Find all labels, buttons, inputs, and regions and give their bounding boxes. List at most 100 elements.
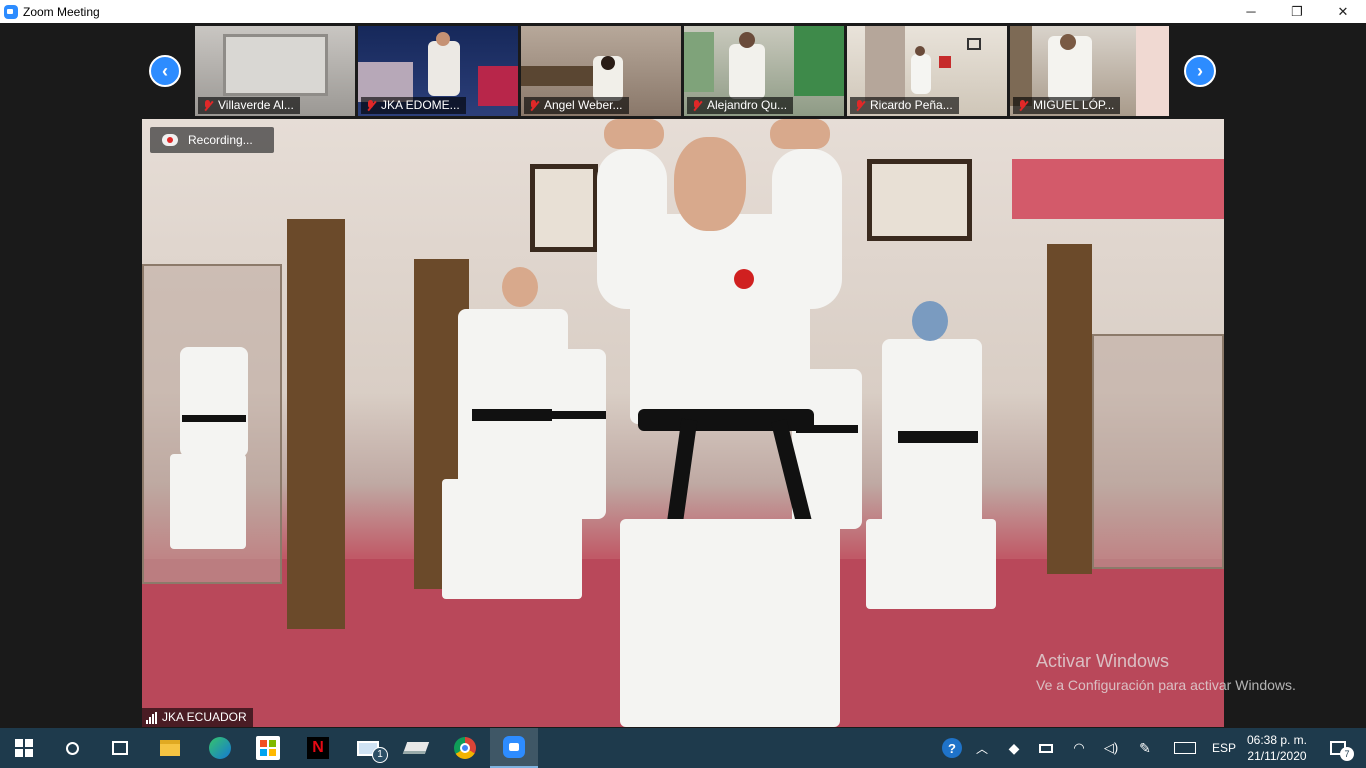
start-button[interactable] xyxy=(0,728,48,768)
dropbox-icon: ◆ xyxy=(1008,739,1020,756)
framed-certificate xyxy=(867,159,972,241)
chevron-up-icon: ︿ xyxy=(975,741,988,756)
task-view-button[interactable] xyxy=(96,728,144,768)
muted-mic-icon xyxy=(1018,100,1028,111)
recording-label: Recording... xyxy=(188,133,253,147)
activation-watermark-subtitle: Ve a Configuración para activar Windows. xyxy=(1036,677,1296,693)
task-view-icon xyxy=(112,741,128,755)
black-belt xyxy=(898,431,978,443)
file-explorer-button[interactable] xyxy=(146,728,194,768)
participant-name: Ricardo Peña... xyxy=(870,98,953,112)
help-icon: ? xyxy=(942,738,962,758)
title-bar: Zoom Meeting ─ ❐ ✕ xyxy=(0,0,1366,23)
taskbar: N 1 ? ︿ ◆ ◠ ◁) ✎ ESP 06:38 p. m. 21/11/2… xyxy=(0,728,1366,768)
black-belt xyxy=(552,411,606,419)
zoom-app-icon xyxy=(4,4,18,19)
student-head xyxy=(502,267,538,307)
mail-badge: 1 xyxy=(372,747,388,763)
mail-button[interactable]: 1 xyxy=(344,728,392,768)
participant-name: Angel Weber... xyxy=(544,98,623,112)
chrome-button[interactable] xyxy=(441,728,489,768)
muted-mic-icon xyxy=(366,100,376,111)
red-wall-panel xyxy=(1012,159,1224,219)
muted-mic-icon xyxy=(692,100,702,111)
taskbar-clock[interactable]: 06:38 p. m. 21/11/2020 xyxy=(1240,732,1314,764)
participant-thumbnail[interactable]: Alejandro Qu... xyxy=(684,26,844,116)
wooden-column xyxy=(287,219,345,629)
participant-name-label: JKA EDOME... xyxy=(361,97,466,114)
battery-tray-button[interactable] xyxy=(1034,728,1058,768)
pen-icon: ✎ xyxy=(1139,739,1151,756)
battery-icon xyxy=(1039,743,1053,753)
restore-button[interactable]: ❐ xyxy=(1274,0,1320,23)
keyboard-icon xyxy=(1174,742,1196,754)
speaker-icon: ◁) xyxy=(1103,740,1119,755)
participant-name-label: Villaverde Al... xyxy=(198,97,300,114)
next-page-button[interactable]: › xyxy=(1184,55,1216,87)
chrome-icon xyxy=(454,737,476,759)
pen-tray-button[interactable]: ✎ xyxy=(1132,728,1158,768)
edge-icon xyxy=(209,737,231,759)
chevron-left-icon: ‹ xyxy=(162,60,168,81)
netflix-icon: N xyxy=(307,737,329,759)
participant-name-label: Alejandro Qu... xyxy=(687,97,794,114)
keyboard-tray-button[interactable] xyxy=(1170,728,1200,768)
muted-mic-icon xyxy=(855,100,865,111)
clock-date: 21/11/2020 xyxy=(1247,749,1307,763)
close-button[interactable]: ✕ xyxy=(1320,0,1366,23)
student-reflection xyxy=(552,349,606,519)
cloud-record-icon xyxy=(162,134,178,146)
previous-page-button[interactable]: ‹ xyxy=(149,55,181,87)
zoom-button[interactable] xyxy=(490,728,538,768)
store-button[interactable] xyxy=(244,728,292,768)
instructor-torso xyxy=(630,214,810,424)
participant-thumbnail[interactable]: Villaverde Al... xyxy=(195,26,355,116)
speaker-name-label: JKA ECUADOR xyxy=(142,708,253,727)
participant-thumbnail[interactable]: MIGUEL LÓP... xyxy=(1010,26,1169,116)
stack-icon xyxy=(402,742,430,754)
signal-strength-icon xyxy=(146,712,160,724)
black-belt xyxy=(472,409,558,421)
help-tray-button[interactable]: ? xyxy=(938,728,966,768)
action-center-button[interactable]: 7 xyxy=(1318,728,1358,768)
dropbox-tray-button[interactable]: ◆ xyxy=(1002,728,1026,768)
participant-name: Villaverde Al... xyxy=(218,98,294,112)
student-reflection xyxy=(180,347,248,457)
participant-thumbnail[interactable]: Angel Weber... xyxy=(521,26,681,116)
netflix-button[interactable]: N xyxy=(294,728,342,768)
edge-button[interactable] xyxy=(196,728,244,768)
active-speaker-video: Recording... JKA ECUADOR xyxy=(142,119,1224,727)
muted-mic-icon xyxy=(203,100,213,111)
clock-time: 06:38 p. m. xyxy=(1246,733,1308,747)
wooden-column xyxy=(1047,244,1092,574)
participant-strip: ‹ Villaverde Al... JKA EDOME... Angel We… xyxy=(0,23,1366,119)
wifi-icon: ◠ xyxy=(1073,740,1085,755)
participant-name-label: Angel Weber... xyxy=(524,97,629,114)
activation-watermark-title: Activar Windows xyxy=(1036,651,1170,671)
window-title: Zoom Meeting xyxy=(23,4,100,19)
framed-certificate xyxy=(530,164,598,252)
recording-indicator[interactable]: Recording... xyxy=(150,127,274,153)
speaker-name: JKA ECUADOR xyxy=(162,710,247,724)
chevron-right-icon: › xyxy=(1197,60,1203,81)
instructor-hand xyxy=(604,119,664,149)
windows-start-icon xyxy=(15,739,33,757)
student-pants xyxy=(866,519,996,609)
language-indicator[interactable]: ESP xyxy=(1208,728,1240,768)
instructor-hand xyxy=(770,119,830,149)
participant-thumbnail[interactable]: Ricardo Peña... xyxy=(847,26,1007,116)
show-hidden-icons-button[interactable]: ︿ xyxy=(970,728,994,768)
participant-name-label: MIGUEL LÓP... xyxy=(1013,97,1121,114)
minimize-button[interactable]: ─ xyxy=(1228,0,1274,23)
notification-count: 7 xyxy=(1340,747,1354,761)
store-icon xyxy=(256,736,280,760)
volume-tray-button[interactable]: ◁) xyxy=(1098,728,1124,768)
participant-thumbnail[interactable]: JKA EDOME... xyxy=(358,26,518,116)
participant-name: Alejandro Qu... xyxy=(707,98,788,112)
student-pants xyxy=(170,454,246,549)
network-tray-button[interactable]: ◠ xyxy=(1066,728,1092,768)
search-button[interactable] xyxy=(48,728,96,768)
jka-emblem xyxy=(734,269,754,289)
participant-name: MIGUEL LÓP... xyxy=(1033,98,1115,112)
stack-app-button[interactable] xyxy=(392,728,440,768)
